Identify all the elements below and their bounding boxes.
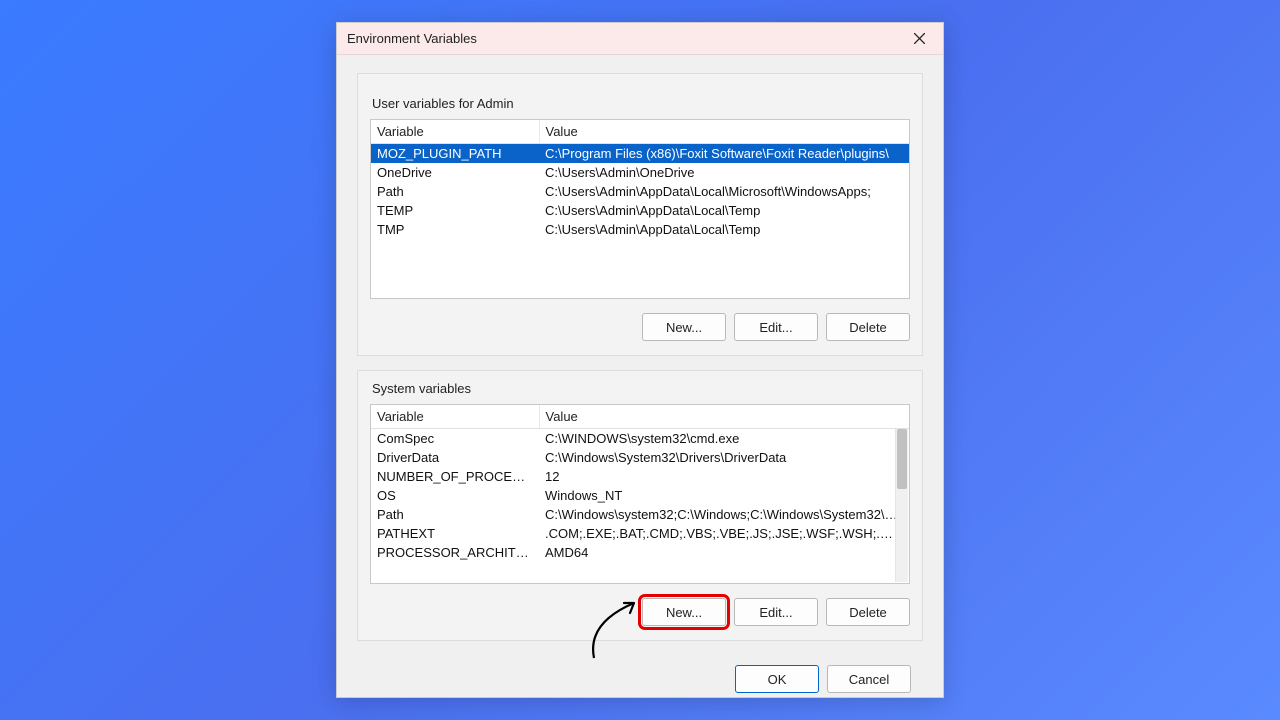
cell-variable: PROCESSOR_ARCHITECTU... bbox=[371, 543, 539, 562]
table-row[interactable]: MOZ_PLUGIN_PATH C:\Program Files (x86)\F… bbox=[371, 144, 909, 164]
user-buttons-row: New... Edit... Delete bbox=[370, 299, 910, 351]
cell-value: 12 bbox=[539, 467, 909, 486]
system-edit-button[interactable]: Edit... bbox=[734, 598, 818, 626]
system-col-variable[interactable]: Variable bbox=[371, 405, 539, 429]
scrollbar-thumb[interactable] bbox=[897, 429, 907, 489]
cell-variable: TMP bbox=[371, 220, 539, 239]
cell-variable: PATHEXT bbox=[371, 524, 539, 543]
table-row[interactable]: TEMP C:\Users\Admin\AppData\Local\Temp bbox=[371, 201, 909, 220]
table-row[interactable]: OneDrive C:\Users\Admin\OneDrive bbox=[371, 163, 909, 182]
cell-value: Windows_NT bbox=[539, 486, 909, 505]
cell-value: AMD64 bbox=[539, 543, 909, 562]
cancel-button[interactable]: Cancel bbox=[827, 665, 911, 693]
cell-variable: MOZ_PLUGIN_PATH bbox=[371, 144, 539, 164]
titlebar: Environment Variables bbox=[337, 23, 943, 55]
system-variables-table[interactable]: Variable Value ComSpec C:\WINDOWS\system… bbox=[371, 405, 909, 562]
system-new-button[interactable]: New... bbox=[642, 598, 726, 626]
system-buttons-row: New... Edit... Delete bbox=[370, 584, 910, 636]
system-variables-panel: System variables Variable Value ComSpec … bbox=[357, 370, 923, 641]
user-new-button[interactable]: New... bbox=[642, 313, 726, 341]
cell-value: .COM;.EXE;.BAT;.CMD;.VBS;.VBE;.JS;.JSE;.… bbox=[539, 524, 909, 543]
table-row[interactable]: TMP C:\Users\Admin\AppData\Local\Temp bbox=[371, 220, 909, 239]
cell-value: C:\Windows\system32;C:\Windows;C:\Window… bbox=[539, 505, 909, 524]
user-edit-button[interactable]: Edit... bbox=[734, 313, 818, 341]
cell-variable: NUMBER_OF_PROCESSORS bbox=[371, 467, 539, 486]
dialog-title: Environment Variables bbox=[347, 31, 903, 46]
cell-variable: OS bbox=[371, 486, 539, 505]
user-variables-table-container: Variable Value MOZ_PLUGIN_PATH C:\Progra… bbox=[370, 119, 910, 299]
cell-value: C:\Program Files (x86)\Foxit Software\Fo… bbox=[539, 144, 909, 164]
close-button[interactable] bbox=[903, 27, 935, 51]
user-section-label: User variables for Admin bbox=[372, 96, 910, 111]
system-section-label: System variables bbox=[372, 381, 910, 396]
cell-variable: Path bbox=[371, 505, 539, 524]
table-row[interactable]: DriverData C:\Windows\System32\Drivers\D… bbox=[371, 448, 909, 467]
cell-value: C:\Users\Admin\AppData\Local\Temp bbox=[539, 201, 909, 220]
dialog-footer: OK Cancel bbox=[357, 641, 923, 693]
system-delete-button[interactable]: Delete bbox=[826, 598, 910, 626]
cell-variable: TEMP bbox=[371, 201, 539, 220]
table-row[interactable]: Path C:\Windows\system32;C:\Windows;C:\W… bbox=[371, 505, 909, 524]
user-variables-panel: User variables for Admin Variable Value … bbox=[357, 73, 923, 356]
table-row[interactable]: PATHEXT .COM;.EXE;.BAT;.CMD;.VBS;.VBE;.J… bbox=[371, 524, 909, 543]
ok-button[interactable]: OK bbox=[735, 665, 819, 693]
table-row[interactable]: OS Windows_NT bbox=[371, 486, 909, 505]
user-delete-button[interactable]: Delete bbox=[826, 313, 910, 341]
environment-variables-dialog: Environment Variables User variables for… bbox=[336, 22, 944, 698]
cell-variable: OneDrive bbox=[371, 163, 539, 182]
user-variables-table[interactable]: Variable Value MOZ_PLUGIN_PATH C:\Progra… bbox=[371, 120, 909, 239]
close-icon bbox=[914, 33, 925, 44]
table-row[interactable]: NUMBER_OF_PROCESSORS 12 bbox=[371, 467, 909, 486]
system-col-value[interactable]: Value bbox=[539, 405, 909, 429]
cell-variable: ComSpec bbox=[371, 429, 539, 449]
cell-variable: Path bbox=[371, 182, 539, 201]
user-col-variable[interactable]: Variable bbox=[371, 120, 539, 144]
cell-value: C:\Users\Admin\AppData\Local\Microsoft\W… bbox=[539, 182, 909, 201]
cell-value: C:\WINDOWS\system32\cmd.exe bbox=[539, 429, 909, 449]
system-variables-table-container: Variable Value ComSpec C:\WINDOWS\system… bbox=[370, 404, 910, 584]
cell-value: C:\Users\Admin\AppData\Local\Temp bbox=[539, 220, 909, 239]
table-row[interactable]: ComSpec C:\WINDOWS\system32\cmd.exe bbox=[371, 429, 909, 449]
cell-value: C:\Windows\System32\Drivers\DriverData bbox=[539, 448, 909, 467]
dialog-content: User variables for Admin Variable Value … bbox=[337, 55, 943, 707]
table-row[interactable]: PROCESSOR_ARCHITECTU... AMD64 bbox=[371, 543, 909, 562]
user-col-value[interactable]: Value bbox=[539, 120, 909, 144]
system-table-scrollbar[interactable] bbox=[895, 429, 908, 582]
cell-variable: DriverData bbox=[371, 448, 539, 467]
table-row[interactable]: Path C:\Users\Admin\AppData\Local\Micros… bbox=[371, 182, 909, 201]
cell-value: C:\Users\Admin\OneDrive bbox=[539, 163, 909, 182]
